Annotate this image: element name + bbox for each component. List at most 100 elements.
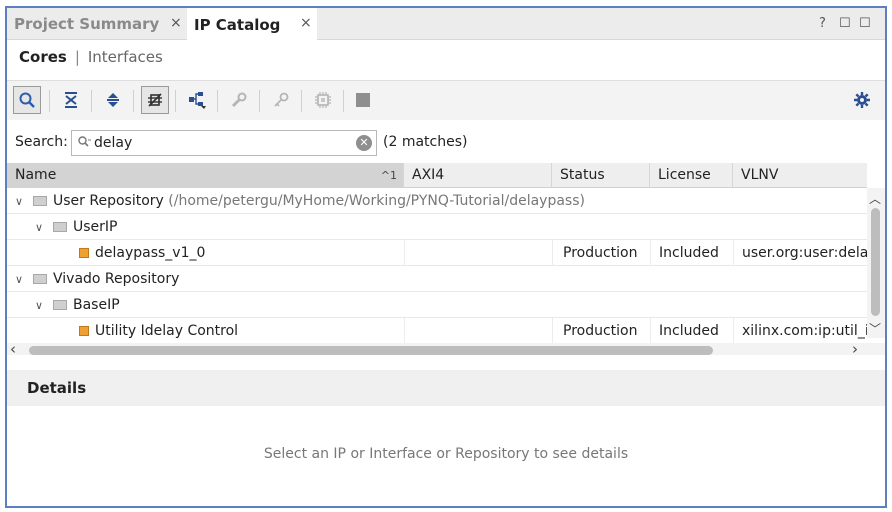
scroll-left-icon[interactable]: ‹	[10, 340, 16, 355]
table-header: Name ^1 AXI4 Status License VLNV	[7, 163, 867, 188]
folder-icon	[53, 300, 67, 310]
toolbar-separator	[343, 90, 344, 112]
ip-core-icon	[79, 326, 89, 336]
gear-icon[interactable]	[848, 86, 876, 114]
license-cell: Included	[650, 318, 733, 344]
toolbar-separator	[259, 90, 260, 112]
status-cell: Production	[552, 240, 650, 266]
ip-catalog-window: Project Summary × IP Catalog × ? ☐ ☐ Cor…	[5, 6, 887, 508]
name-cell: ∨ BaseIP	[7, 292, 867, 318]
ip-table: Name ^1 AXI4 Status License VLNV ∨ User R…	[7, 163, 885, 355]
column-header-name[interactable]: Name ^1	[7, 163, 404, 188]
stop-icon[interactable]	[349, 86, 377, 114]
search-label: Search:	[15, 134, 68, 150]
group-name: BaseIP	[73, 297, 120, 313]
sub-tabs: Cores | Interfaces	[19, 48, 163, 66]
maximize-icon[interactable]: ☐	[859, 16, 871, 31]
repository-path: (/home/petergu/MyHome/Working/PYNQ-Tutor…	[168, 193, 585, 209]
close-icon[interactable]: ×	[170, 15, 182, 31]
name-cell: ∨ User Repository (/home/petergu/MyHome/W…	[7, 188, 867, 214]
vertical-scroll-thumb[interactable]	[871, 208, 880, 316]
tab-separator: |	[74, 48, 80, 66]
table-row[interactable]: ∨ BaseIP	[7, 292, 867, 318]
toolbar	[7, 80, 885, 120]
horizontal-scroll-thumb[interactable]	[29, 346, 713, 355]
tab-project-summary[interactable]: Project Summary ×	[7, 8, 187, 40]
match-count: (2 matches)	[383, 134, 468, 150]
help-icon[interactable]: ?	[819, 16, 826, 31]
chevron-down-icon[interactable]: ∨	[15, 267, 27, 292]
toolbar-separator	[49, 90, 50, 112]
column-header-label: Name	[15, 167, 57, 183]
axi4-cell	[404, 240, 552, 266]
collapse-all-icon[interactable]	[57, 86, 85, 114]
hierarchy-icon[interactable]	[183, 86, 211, 114]
vlnv-cell: xilinx.com:ip:util_idelay_ctrl	[733, 318, 867, 344]
table-row[interactable]: ∨ Vivado Repository	[7, 266, 867, 292]
search-field[interactable]: ✕	[71, 130, 377, 156]
folder-icon	[53, 222, 67, 232]
license-cell: Included	[650, 240, 733, 266]
table-row[interactable]: ∨ UserIP	[7, 214, 867, 240]
folder-icon	[33, 196, 47, 206]
scroll-right-icon[interactable]: ›	[852, 340, 858, 355]
details-panel: Select an IP or Interface or Repository …	[7, 406, 885, 506]
chevron-down-icon[interactable]: ∨	[15, 189, 27, 214]
ip-name: delaypass_v1_0	[95, 245, 206, 261]
column-header-axi4[interactable]: AXI4	[404, 163, 552, 188]
name-cell: delaypass_v1_0	[7, 240, 404, 266]
name-cell: Utility Idelay Control	[7, 318, 404, 344]
expand-all-icon[interactable]	[99, 86, 127, 114]
column-header-status[interactable]: Status	[552, 163, 650, 188]
table-row[interactable]: Utility Idelay Control Production Includ…	[7, 318, 867, 344]
close-icon[interactable]: ×	[300, 15, 312, 31]
details-title: Details	[27, 379, 87, 397]
tab-label: Project Summary	[14, 15, 160, 33]
toolbar-separator	[175, 90, 176, 112]
search-input[interactable]	[94, 133, 344, 153]
clear-search-icon[interactable]: ✕	[356, 135, 372, 151]
table-row[interactable]: ∨ User Repository (/home/petergu/MyHome/W…	[7, 188, 867, 214]
repository-name: User Repository	[53, 193, 164, 209]
column-header-vlnv[interactable]: VLNV	[733, 163, 867, 188]
details-empty-message: Select an IP or Interface or Repository …	[263, 446, 629, 462]
sort-ascending-icon: ^1	[380, 169, 397, 182]
tab-cores[interactable]: Cores	[19, 48, 67, 66]
group-name: UserIP	[73, 219, 118, 235]
toolbar-separator	[133, 90, 134, 112]
restore-icon[interactable]: ☐	[839, 16, 851, 31]
toolbar-separator	[91, 90, 92, 112]
axi4-cell	[404, 318, 552, 344]
toolbar-separator	[301, 90, 302, 112]
horizontal-scrollbar[interactable]: ‹ ›	[7, 340, 885, 355]
chevron-down-icon[interactable]: ∨	[35, 215, 47, 240]
name-cell: ∨ Vivado Repository	[7, 266, 867, 292]
search-icon	[77, 135, 91, 152]
tab-label: IP Catalog	[194, 15, 281, 34]
chip-icon[interactable]	[309, 86, 337, 114]
search-row: Search: ✕ (2 matches)	[7, 125, 885, 159]
details-header: Details	[7, 370, 885, 406]
folder-icon	[33, 274, 47, 284]
table-row[interactable]: delaypass_v1_0 Production Included user.…	[7, 240, 867, 266]
tab-ip-catalog[interactable]: IP Catalog ×	[187, 8, 317, 41]
toolbar-separator	[217, 90, 218, 112]
ip-name: Utility Idelay Control	[95, 323, 239, 339]
scroll-up-icon[interactable]: ︿	[869, 190, 881, 207]
chevron-down-icon[interactable]: ∨	[35, 293, 47, 318]
status-cell: Production	[552, 318, 650, 344]
column-header-license[interactable]: License	[650, 163, 733, 188]
scroll-down-icon[interactable]: ﹀	[869, 320, 881, 337]
filter-icon[interactable]	[141, 86, 169, 114]
name-cell: ∨ UserIP	[7, 214, 867, 240]
key-icon[interactable]	[267, 86, 295, 114]
vertical-scrollbar[interactable]: ︿ ﹀	[867, 188, 885, 338]
tab-bar: Project Summary × IP Catalog × ? ☐ ☐	[7, 8, 885, 41]
ip-core-icon	[79, 248, 89, 258]
search-icon[interactable]	[13, 86, 41, 114]
wrench-icon[interactable]	[225, 86, 253, 114]
tab-interfaces[interactable]: Interfaces	[88, 48, 163, 66]
repository-name: Vivado Repository	[53, 271, 180, 287]
sort-order: 1	[390, 169, 397, 182]
vlnv-cell: user.org:user:delaypass	[733, 240, 867, 266]
